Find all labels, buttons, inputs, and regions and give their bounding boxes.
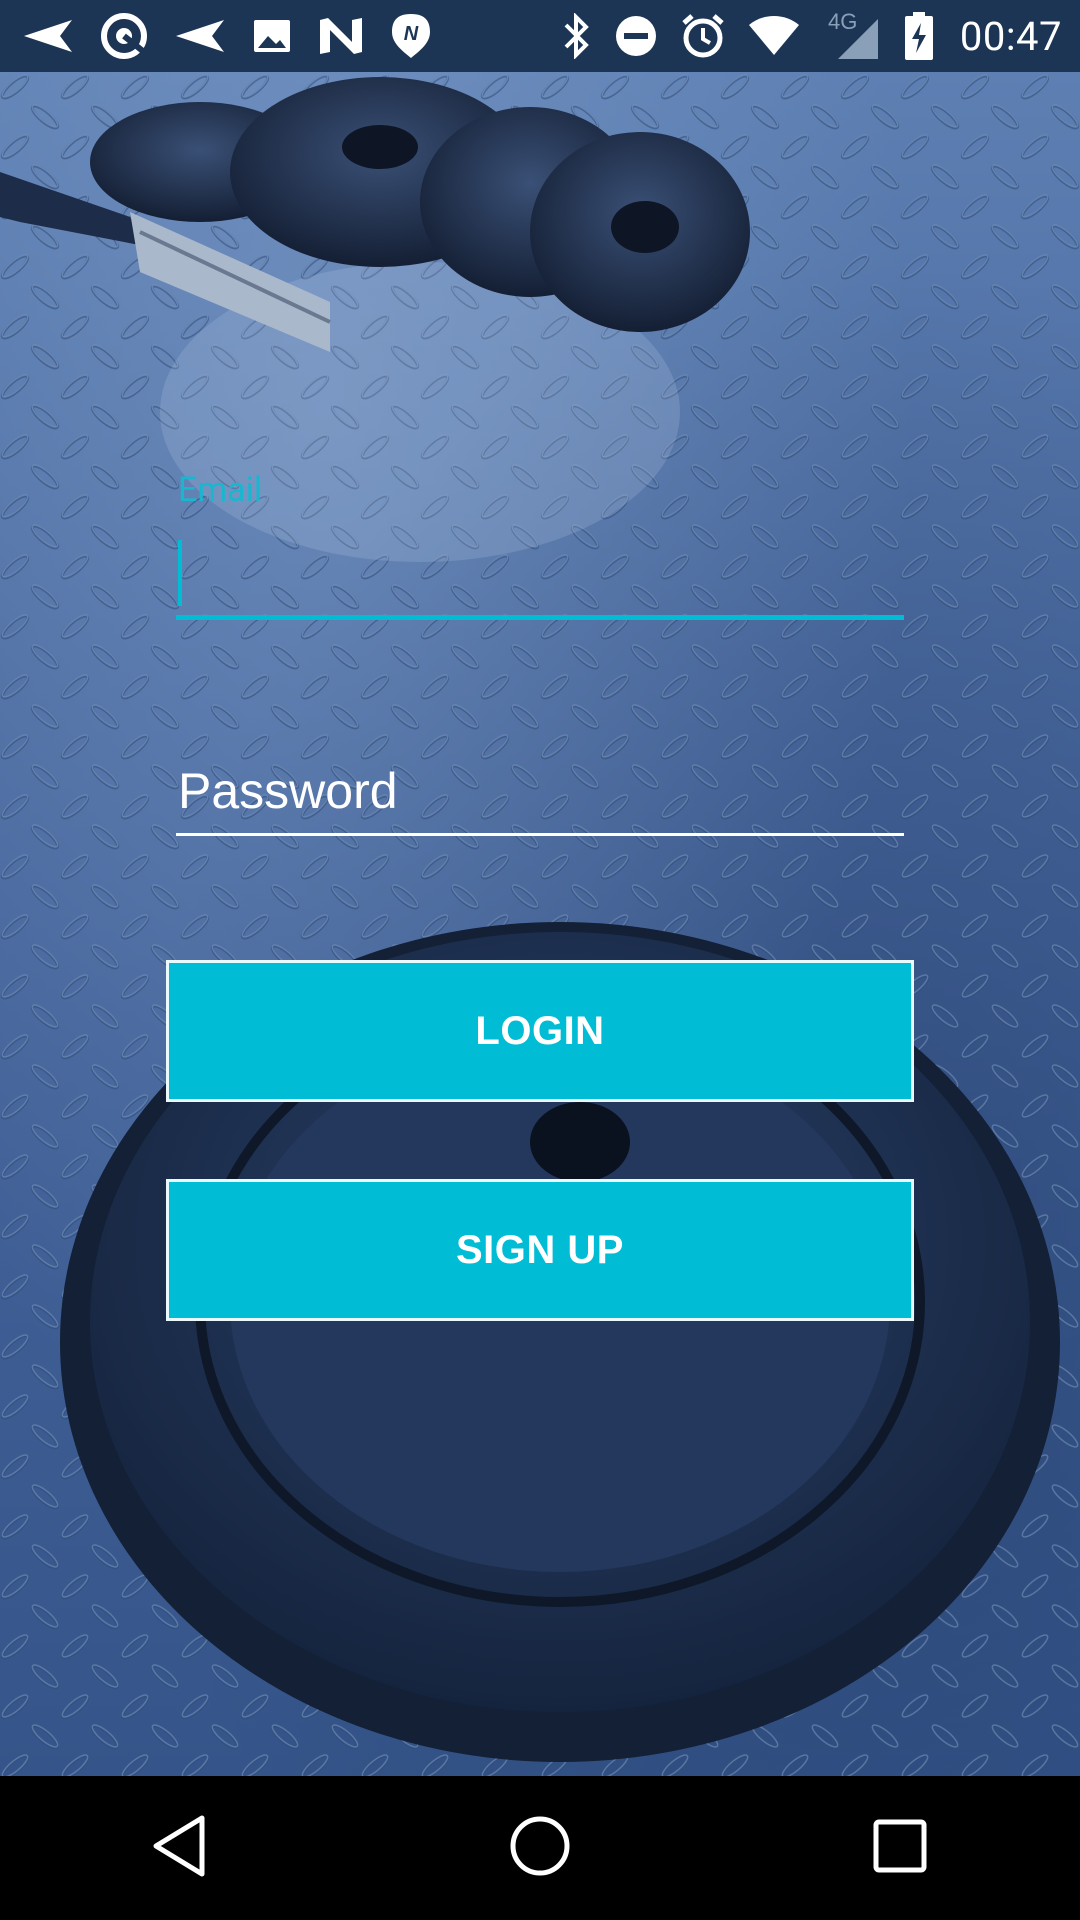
navigation-bar [0, 1776, 1080, 1920]
bluetooth-icon [562, 13, 592, 59]
clock: 00:47 [959, 12, 1062, 60]
wifi-icon [748, 15, 800, 57]
background-image [0, 72, 1080, 1776]
cellular-signal-icon: 4G [822, 11, 882, 61]
recents-button[interactable] [830, 1788, 970, 1908]
back-button[interactable] [110, 1788, 250, 1908]
battery-charging-icon [904, 11, 934, 61]
text-cursor [178, 540, 182, 606]
svg-text:N: N [404, 23, 419, 45]
image-icon [252, 16, 292, 56]
n-app-icon [318, 16, 364, 56]
svg-text:4G: 4G [828, 11, 857, 34]
email-label: Email [178, 470, 263, 510]
email-input[interactable] [176, 530, 904, 620]
status-bar: N 4G 00:47 [0, 0, 1080, 72]
password-input[interactable] [176, 748, 904, 836]
send-icon [174, 16, 226, 56]
notification-icons: N [22, 12, 432, 60]
signup-button[interactable]: SIGN UP [166, 1179, 914, 1321]
nfc-icon: N [390, 12, 432, 60]
home-icon [508, 1814, 572, 1882]
do-not-disturb-icon [614, 14, 658, 58]
sync-icon [100, 12, 148, 60]
alarm-icon [680, 13, 726, 59]
home-button[interactable] [470, 1788, 610, 1908]
login-button[interactable]: LOGIN [166, 960, 914, 1102]
system-icons: 4G 00:47 [562, 11, 1062, 61]
back-icon [150, 1814, 210, 1882]
gym-floor-barbell-image [0, 72, 1080, 1776]
recents-icon [872, 1818, 928, 1878]
send-icon [22, 16, 74, 56]
